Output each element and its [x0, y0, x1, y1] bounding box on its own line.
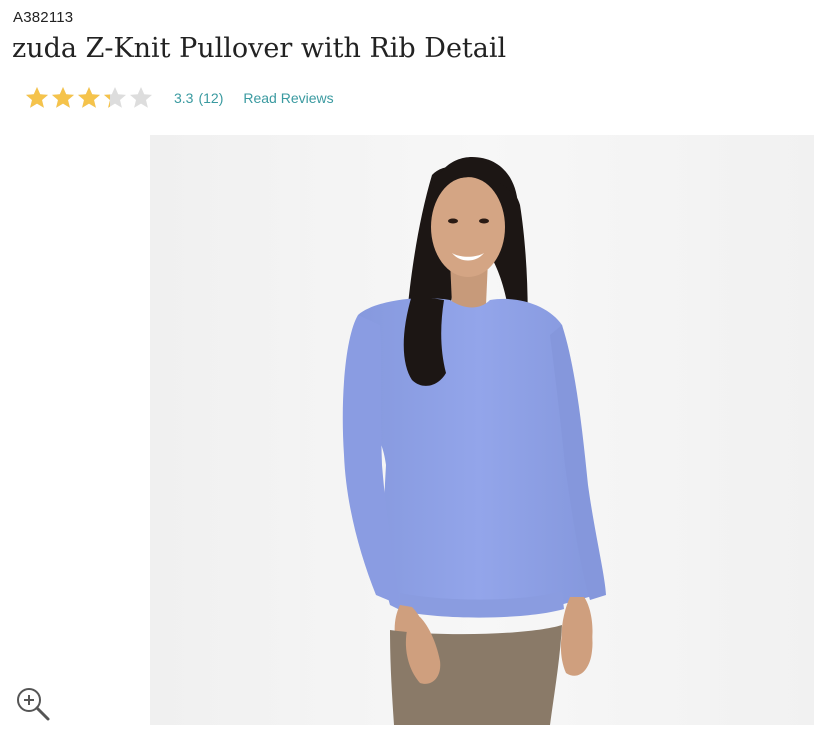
star-icon — [50, 85, 76, 111]
rating-value: 3.3 — [174, 90, 194, 106]
zoom-in-icon — [17, 688, 50, 721]
read-reviews-link[interactable]: Read Reviews — [243, 90, 333, 106]
star-icon — [76, 85, 102, 111]
rating-count: (12) — [198, 90, 224, 106]
product-title: zuda Z-Knit Pullover with Rib Detail — [12, 33, 507, 64]
item-number: A382113 — [13, 9, 74, 26]
star-icon — [24, 85, 50, 111]
star-icon — [102, 85, 128, 111]
product-photo — [150, 135, 814, 725]
star-icon — [128, 85, 154, 111]
product-image[interactable] — [150, 135, 814, 725]
zoom-button[interactable] — [14, 685, 52, 723]
rating-row: 3.3 (12) Read Reviews — [24, 84, 334, 112]
star-rating[interactable] — [24, 85, 154, 111]
